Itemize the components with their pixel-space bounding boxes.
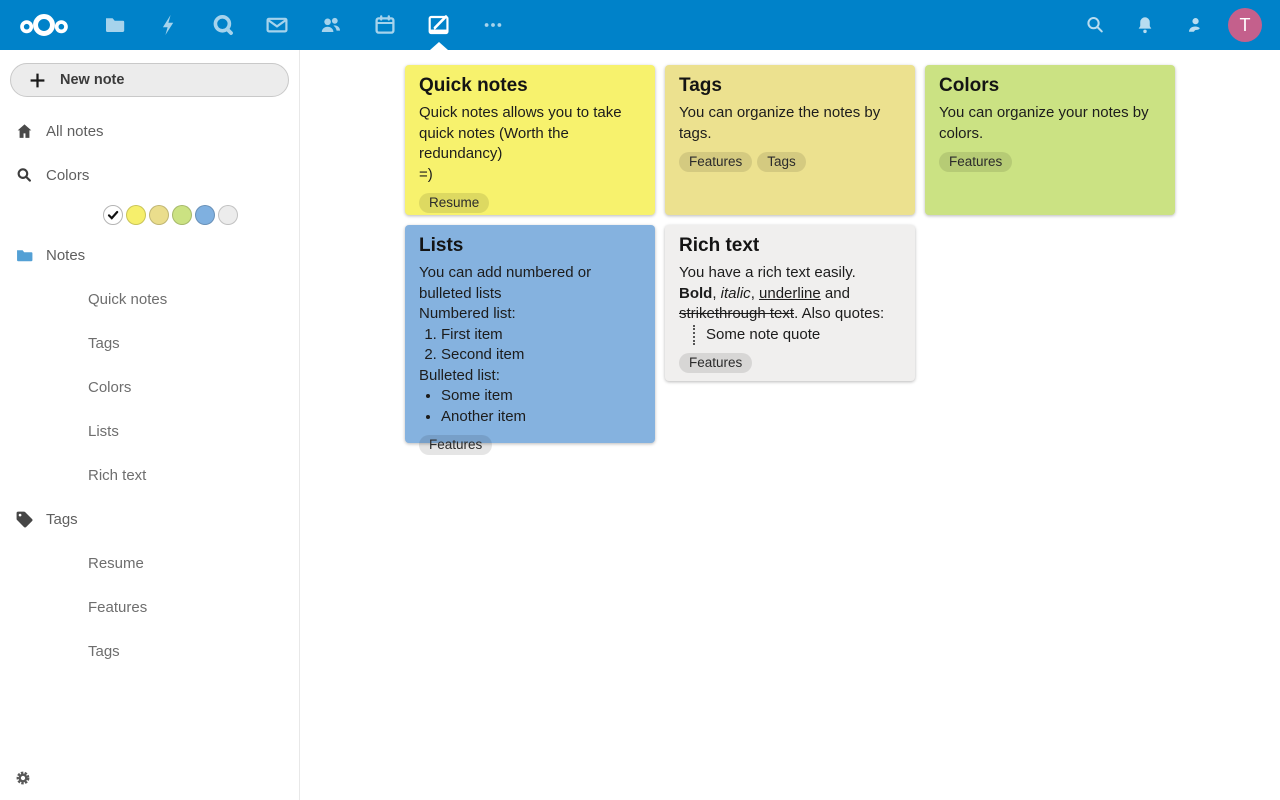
notes-grid: Quick notes Quick notes allows you to ta… — [300, 50, 1280, 800]
magnifier-icon — [1084, 14, 1106, 36]
sidebar-tag-features[interactable]: Features — [0, 585, 299, 629]
note-title: Colors — [939, 75, 1161, 97]
tags-section-label: Tags — [46, 511, 78, 528]
note-card-quick-notes[interactable]: Quick notes Quick notes allows you to ta… — [405, 65, 655, 215]
checkmark-icon — [106, 208, 120, 222]
notifications-button[interactable] — [1120, 0, 1170, 50]
sidebar-folder-notes[interactable]: Notes — [0, 233, 299, 277]
app-talk[interactable] — [196, 0, 250, 50]
top-bar: T — [0, 0, 1280, 50]
all-notes-label: All notes — [46, 123, 104, 140]
color-swatch-yellow[interactable] — [126, 205, 146, 225]
note-tags: Resume — [419, 193, 641, 213]
contacts-people-icon — [318, 13, 344, 37]
note-tags: Features Tags — [679, 152, 901, 172]
more-apps-icon — [481, 13, 505, 37]
numbered-list: First item Second item — [419, 325, 641, 366]
app-notes[interactable] — [412, 0, 466, 50]
app-more[interactable] — [466, 0, 520, 50]
home-icon — [14, 122, 34, 141]
tag-icon — [14, 510, 34, 529]
blockquote: Some note quote — [693, 325, 901, 346]
note-tags: Features — [939, 152, 1161, 172]
unified-search-button[interactable] — [1070, 0, 1120, 50]
notes-icon — [426, 12, 452, 38]
sidebar-item-colors[interactable]: Colors — [0, 153, 299, 197]
sidebar-item-all-notes[interactable]: All notes — [0, 109, 299, 153]
color-filter-check[interactable] — [103, 205, 123, 225]
mail-envelope-icon — [265, 13, 289, 37]
sidebar-tag-resume[interactable]: Resume — [0, 541, 299, 585]
contacts-menu-button[interactable] — [1170, 0, 1220, 50]
nextcloud-logo[interactable] — [0, 12, 88, 38]
top-bar-right: T — [1070, 0, 1280, 50]
grid-column-2: Tags You can organize the notes by tags.… — [665, 65, 915, 381]
tag-chip-features[interactable]: Features — [419, 435, 492, 455]
app-activity[interactable] — [142, 0, 196, 50]
grid-column-3: Colors You can organize your notes by co… — [925, 65, 1175, 215]
note-excerpt: You can organize your notes by colors. — [939, 103, 1161, 144]
tag-chip-features[interactable]: Features — [939, 152, 1012, 172]
activity-bolt-icon — [157, 13, 181, 37]
bell-icon — [1134, 14, 1156, 36]
plus-icon — [27, 72, 47, 89]
color-swatch-tan[interactable] — [149, 205, 169, 225]
color-swatch-blue[interactable] — [195, 205, 215, 225]
sidebar-item-lists-note[interactable]: Lists — [0, 409, 299, 453]
files-folder-icon — [103, 13, 127, 37]
folder-icon — [14, 246, 34, 265]
note-tags: Features — [419, 435, 641, 455]
note-excerpt: You have a rich text easily. Bold, itali… — [679, 263, 901, 345]
bulleted-list: Some item Another item — [419, 386, 641, 427]
magnifier-icon — [14, 166, 34, 185]
gear-icon — [14, 769, 32, 787]
note-title: Quick notes — [419, 75, 641, 97]
note-title: Lists — [419, 235, 641, 257]
color-swatch-grey[interactable] — [218, 205, 238, 225]
color-filter-row — [0, 197, 299, 233]
tag-chip-features[interactable]: Features — [679, 152, 752, 172]
app-calendar[interactable] — [358, 0, 412, 50]
avatar[interactable]: T — [1228, 8, 1262, 42]
tag-chip-tags[interactable]: Tags — [757, 152, 806, 172]
talk-icon — [211, 13, 235, 37]
nextcloud-logo-icon — [18, 12, 70, 38]
note-card-colors[interactable]: Colors You can organize your notes by co… — [925, 65, 1175, 215]
tag-chip-features[interactable]: Features — [679, 353, 752, 373]
note-card-rich-text[interactable]: Rich text You have a rich text easily. B… — [665, 225, 915, 381]
note-tags: Features — [679, 353, 901, 373]
rich-text-line: You have a rich text easily. Bold, itali… — [679, 263, 901, 325]
calendar-icon — [373, 13, 397, 37]
active-app-indicator — [430, 42, 448, 50]
sidebar-item-colors-note[interactable]: Colors — [0, 365, 299, 409]
app-contacts[interactable] — [304, 0, 358, 50]
colors-filter-label: Colors — [46, 167, 89, 184]
color-swatch-green[interactable] — [172, 205, 192, 225]
note-excerpt: You can organize the notes by tags. — [679, 103, 901, 144]
grid-column-1: Quick notes Quick notes allows you to ta… — [405, 65, 655, 443]
tag-chip-resume[interactable]: Resume — [419, 193, 489, 213]
note-excerpt: You can add numbered or bulleted lists N… — [419, 263, 641, 427]
note-card-lists[interactable]: Lists You can add numbered or bulleted l… — [405, 225, 655, 443]
sidebar-tag-tags[interactable]: Tags — [0, 629, 299, 673]
settings-button[interactable] — [0, 756, 299, 800]
notes-folder-label: Notes — [46, 247, 85, 264]
sidebar-item-quick-notes[interactable]: Quick notes — [0, 277, 299, 321]
avatar-initial: T — [1240, 15, 1251, 36]
note-excerpt: Quick notes allows you to take quick not… — [419, 103, 641, 185]
app-files[interactable] — [88, 0, 142, 50]
new-note-label: New note — [60, 72, 124, 88]
note-title: Rich text — [679, 235, 901, 257]
new-note-button[interactable]: New note — [10, 63, 289, 97]
sidebar-section-tags[interactable]: Tags — [0, 497, 299, 541]
sidebar-item-rich-text-note[interactable]: Rich text — [0, 453, 299, 497]
note-card-tags[interactable]: Tags You can organize the notes by tags.… — [665, 65, 915, 215]
person-icon — [1184, 14, 1206, 36]
sidebar-item-tags-note[interactable]: Tags — [0, 321, 299, 365]
sidebar: New note All notes Colors — [0, 50, 300, 800]
app-mail[interactable] — [250, 0, 304, 50]
note-title: Tags — [679, 75, 901, 97]
